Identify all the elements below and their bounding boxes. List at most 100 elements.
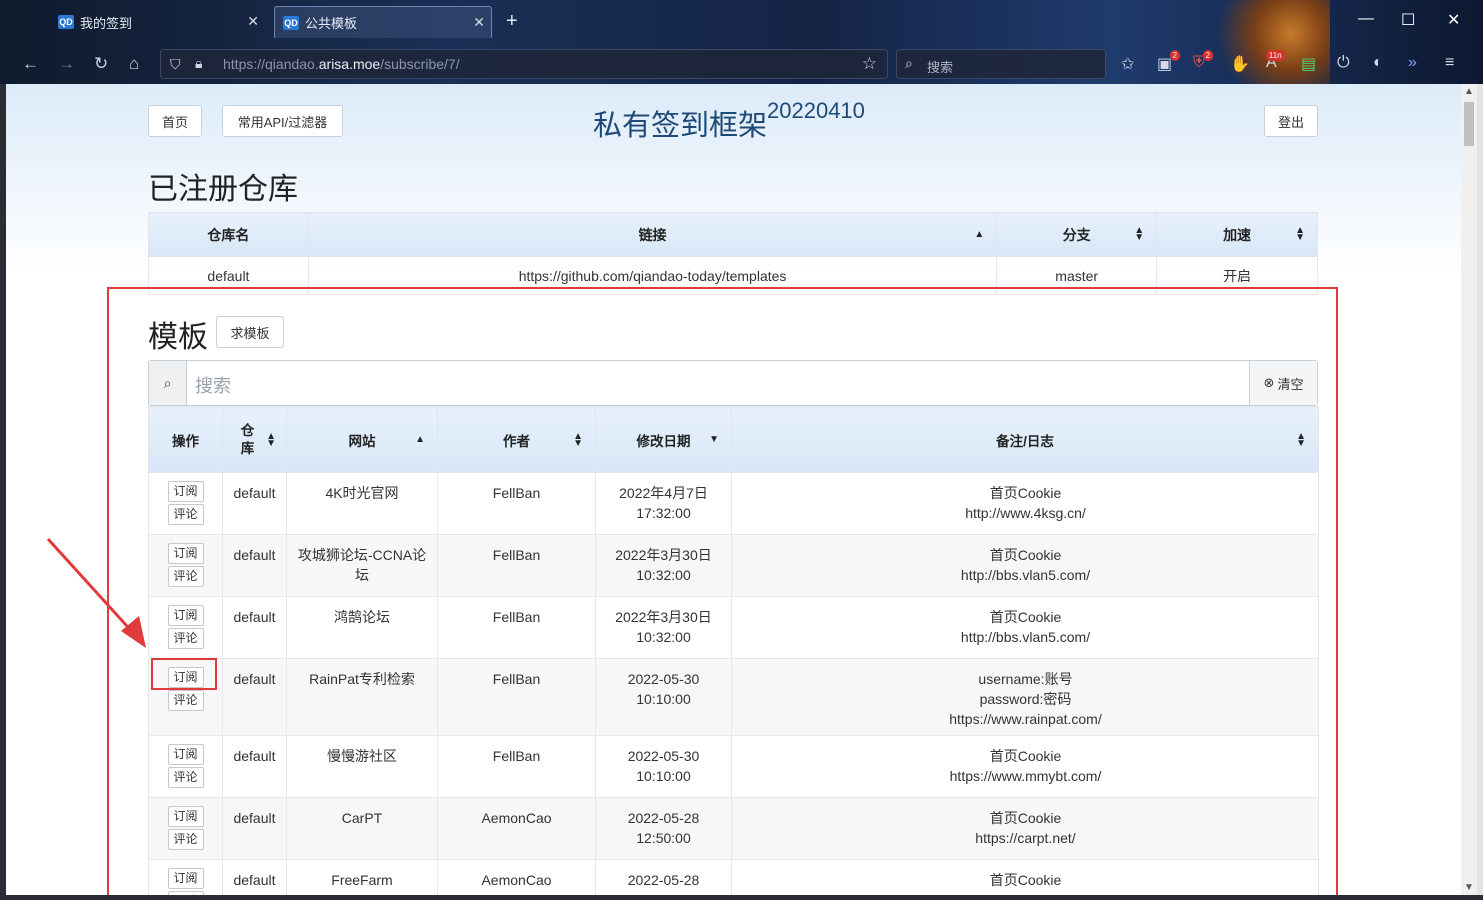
author-cell: FellBan [437,596,596,659]
comment-button[interactable]: 评论 [167,504,204,525]
right-edge [1477,84,1483,900]
dark-reader-icon[interactable]: ◐ [1373,54,1383,72]
close-tab-icon[interactable]: ✕ [473,14,485,31]
ublock-icon[interactable]: ⛨ 2 [1193,50,1214,72]
repo-cell: default [222,596,287,659]
scroll-down-icon[interactable]: ▼ [1464,882,1474,893]
page-scrollbar[interactable]: ▲ ▼ [1461,84,1477,895]
power-icon[interactable]: ⏻ [1337,54,1350,72]
browser-chrome: QD 我的签到 ✕ QD 公共模板 ✕ + — ☐ ✕ ← → ↻ ⌂ ⛉ 🔒︎… [0,0,1483,84]
lock-icon[interactable]: 🔒︎ [195,55,202,72]
comment-button[interactable]: 评论 [167,628,204,649]
address-bar[interactable]: ⛉ 🔒︎ https://qiandao.arisa.moe/subscribe… [160,49,888,79]
forward-arrow-icon[interactable]: → [58,54,75,74]
logout-button[interactable]: 登出 [1264,105,1318,137]
col-repo[interactable]: 仓库 ▲ ▼ [222,406,287,473]
close-tab-icon[interactable]: ✕ [247,13,259,30]
home-button[interactable]: 首页 [148,105,202,137]
comment-button[interactable]: 评论 [167,566,204,587]
col-site[interactable]: 网站 ▲ [286,406,438,473]
col-notes[interactable]: 备注/日志 ▲ ▼ [731,406,1319,473]
date-cell: 2022-05-28 12:50:00 [595,797,732,860]
actions-cell: 订阅评论 [148,534,223,597]
extension-ooo-icon[interactable]: ▣ 2 [1157,50,1181,74]
request-template-button[interactable]: 求模板 [216,316,284,348]
note-line: 首页Cookie [989,547,1062,563]
note-line: https://carpt.net/ [975,830,1076,846]
subscribe-button[interactable]: 订阅 [167,481,204,502]
repo-branch-cell: master [996,256,1158,295]
repo-cell: default [222,859,287,895]
comment-button[interactable]: 评论 [167,690,204,711]
sort-icon[interactable]: ▲ ▼ [1296,432,1306,449]
browser-search-input[interactable]: ⌕ 搜索 [896,49,1106,79]
home-icon[interactable]: ⌂ [129,54,139,74]
pocket-icon[interactable]: ✩ [1121,54,1134,74]
note-line: 首页Cookie [989,485,1062,501]
repo-name-cell: default [148,256,309,295]
note-line: http://www.4ksg.cn/ [965,505,1086,521]
actions-cell: 订阅评论 [148,859,223,895]
subscribe-button[interactable]: 订阅 [167,667,204,688]
note-line: http://bbs.vlan5.com/ [960,567,1091,583]
save-icon[interactable]: ▤ [1301,54,1316,74]
sort-asc-icon[interactable]: ▲ [415,434,425,445]
subscribe-button[interactable]: 订阅 [167,868,204,889]
notes-cell: 首页Cookie http://bbs.vlan5.com/ [731,534,1319,597]
scroll-up-icon[interactable]: ▲ [1464,86,1474,97]
reload-icon[interactable]: ↻ [94,54,108,74]
tab-public-templates[interactable]: QD 公共模板 ✕ [274,6,492,38]
note-line: http://bbs.vlan5.com/ [960,629,1091,645]
back-arrow-icon[interactable]: ← [22,54,39,74]
notes-cell: 首页Cookie http://bbs.vlan5.com/ [731,596,1319,659]
bookmark-star-icon[interactable]: ☆ [862,54,877,74]
sort-icon[interactable]: ▲ ▼ [1295,226,1305,243]
subscribe-button[interactable]: 订阅 [167,605,204,626]
subscribe-button[interactable]: 订阅 [167,806,204,827]
minimize-icon[interactable]: — [1358,10,1374,28]
shield-icon[interactable]: ⛉ [170,56,181,73]
tab-my-checkins[interactable]: QD 我的签到 ✕ [50,6,265,38]
col-author[interactable]: 作者 ▲ ▼ [437,406,596,473]
scroll-thumb[interactable] [1464,102,1474,146]
table-row: 订阅评论defaultFreeFarmAemonCao2022-05-28 首页C… [148,859,1319,895]
col-link[interactable]: 链接 ▲ [307,212,998,257]
tab-label: 我的签到 [80,15,133,31]
repo-cell: default [222,797,287,860]
repo-cell: default [222,658,287,736]
subscribe-button[interactable]: 订阅 [167,744,204,765]
author-cell: AemonCao [437,859,596,895]
comment-button[interactable]: 评论 [167,767,204,788]
col-branch[interactable]: 分支 ▲ ▼ [996,212,1158,257]
more-extensions-icon[interactable]: » [1408,54,1417,72]
sort-icon[interactable]: ▲ ▼ [573,432,583,449]
url-text[interactable]: https://qiandao.arisa.moe/subscribe/7/ [223,56,460,72]
template-search-input[interactable]: 搜索 [195,372,231,398]
col-accel[interactable]: 加速 ▲ ▼ [1156,212,1318,257]
sort-icon[interactable]: ▲ ▼ [1134,226,1144,243]
notes-cell: 首页Cookie http://www.4ksg.cn/ [731,472,1319,535]
note-line: 首页Cookie [989,872,1062,888]
date-cell: 2022-05-28 [595,859,732,895]
col-modified-date[interactable]: 修改日期 ▼ [595,406,732,473]
api-filter-button[interactable]: 常用API/过滤器 [222,105,343,137]
translate-icon[interactable]: A 11n [1265,50,1285,72]
repo-link[interactable]: https://github.com/qiandao-today/templat… [307,256,998,295]
actions-cell: 订阅评论 [148,472,223,535]
menu-icon[interactable]: ≡ [1445,54,1454,72]
new-tab-icon[interactable]: + [506,10,518,33]
sort-icon[interactable]: ▲ ▼ [266,432,276,449]
subscribe-button[interactable]: 订阅 [167,543,204,564]
sort-desc-icon[interactable]: ▼ [709,434,719,445]
clear-search-button[interactable]: ⊗ 清空 [1249,361,1317,405]
close-window-icon[interactable]: ✕ [1447,10,1460,30]
tab-label: 公共模板 [305,16,358,31]
site-title: 私有签到框架20220410 [593,98,865,142]
extension-hand-icon[interactable]: ✋ [1230,54,1250,74]
comment-button[interactable]: 评论 [167,829,204,850]
maximize-icon[interactable]: ☐ [1401,10,1415,30]
col-repo-name[interactable]: 仓库名 [148,212,309,257]
qd-favicon-icon: QD [58,15,74,29]
sort-asc-icon[interactable]: ▲ [974,229,984,240]
notes-cell: 首页Cookie [731,859,1319,895]
